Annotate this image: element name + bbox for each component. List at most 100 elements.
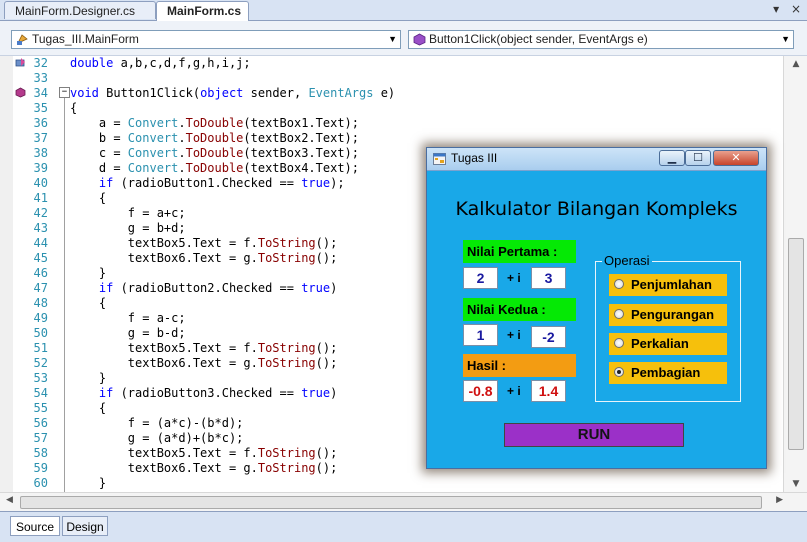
code-text: void Button1Click(object sender, EventAr… <box>70 86 396 100</box>
code-text: } <box>70 266 107 280</box>
vertical-scroll-thumb[interactable] <box>788 238 804 450</box>
line-number: 52 <box>33 356 48 370</box>
scroll-down-icon[interactable]: ▼ <box>784 476 807 492</box>
radio-circle-icon <box>614 338 624 348</box>
close-button[interactable]: ✕ <box>713 150 759 166</box>
form-heading: Kalkulator Bilangan Kompleks <box>455 198 738 220</box>
member-selector-combo[interactable]: Button1Click(object sender, EventArgs e)… <box>408 30 794 49</box>
class-icon <box>17 34 28 45</box>
code-text: a = Convert.ToDouble(textBox1.Text); <box>70 116 359 130</box>
line-number: 38 <box>33 146 48 160</box>
code-text: { <box>70 191 107 205</box>
result-imag-output[interactable]: 1.4 <box>531 380 566 402</box>
first-real-input[interactable]: 2 <box>463 267 498 289</box>
line-number: 43 <box>33 221 48 235</box>
window-title: Tugas III <box>451 151 498 165</box>
line-number: 46 <box>33 266 48 280</box>
code-text: textBox6.Text = g.ToString(); <box>70 251 338 265</box>
label-result: Hasil : <box>463 354 576 377</box>
line-number: 32 <box>33 56 48 70</box>
scroll-up-icon[interactable]: ▲ <box>784 56 807 72</box>
radio-label: Pengurangan <box>631 307 715 322</box>
line-number: 58 <box>33 446 48 460</box>
result-real-output[interactable]: -0.8 <box>463 380 498 402</box>
first-imag-input[interactable]: 3 <box>531 267 566 289</box>
code-line[interactable]: 34 void Button1Click(object sender, Event… <box>0 86 783 101</box>
code-text: g = b-d; <box>70 326 186 340</box>
line-number: 44 <box>33 236 48 250</box>
radio-penjumlahan[interactable]: Penjumlahan <box>609 274 727 296</box>
radio-pengurangan[interactable]: Pengurangan <box>609 304 727 326</box>
line-number: 42 <box>33 206 48 220</box>
horizontal-scroll-thumb[interactable] <box>20 496 762 509</box>
radio-perkalian[interactable]: Perkalian <box>609 333 727 355</box>
code-text: g = (a*d)+(b*c); <box>70 431 244 445</box>
code-text: textBox5.Text = f.ToString(); <box>70 341 338 355</box>
tab-list-dropdown-icon[interactable]: ▾ <box>773 2 779 16</box>
horizontal-scrollbar[interactable]: ◀ ▶ <box>0 492 807 511</box>
second-imag-input[interactable]: -2 <box>531 326 566 348</box>
chevron-down-icon[interactable]: ▼ <box>388 31 397 48</box>
navigation-bar: Tugas_III.MainForm ▼ Button1Click(object… <box>0 21 807 56</box>
code-text: d = Convert.ToDouble(textBox4.Text); <box>70 161 359 175</box>
code-text: { <box>70 296 107 310</box>
chevron-down-icon[interactable]: ▼ <box>781 31 790 48</box>
code-text: { <box>70 101 78 115</box>
line-number: 36 <box>33 116 48 130</box>
plus-i-label: + i <box>507 384 521 398</box>
radio-label: Pembagian <box>631 365 701 380</box>
radio-selected-icon <box>614 367 624 377</box>
second-real-input[interactable]: 1 <box>463 324 498 346</box>
member-selector-value: Button1Click(object sender, EventArgs e) <box>429 32 648 46</box>
scroll-left-icon[interactable]: ◀ <box>6 495 13 505</box>
form-app-icon <box>433 153 446 165</box>
run-button[interactable]: RUN <box>504 423 684 447</box>
maximize-button[interactable]: ☐ <box>685 150 711 166</box>
code-text: f = (a*c)-(b*d); <box>70 416 244 430</box>
line-number: 50 <box>33 326 48 340</box>
line-number: 57 <box>33 431 48 445</box>
plus-i-label: + i <box>507 271 521 285</box>
line-number: 41 <box>33 191 48 205</box>
code-line[interactable]: 33 <box>0 71 783 86</box>
code-line[interactable]: 60 } <box>0 476 783 491</box>
radio-circle-icon <box>614 279 624 289</box>
vertical-scrollbar[interactable]: ▲ ▼ <box>783 56 807 492</box>
minimize-button[interactable]: ▁ <box>659 150 685 166</box>
window-title-bar[interactable]: Tugas III ▁ ☐ ✕ <box>427 148 766 171</box>
radio-label: Perkalian <box>631 336 689 351</box>
method-icon <box>413 33 426 46</box>
line-number: 48 <box>33 296 48 310</box>
code-text: { <box>70 401 107 415</box>
code-text: c = Convert.ToDouble(textBox3.Text); <box>70 146 359 160</box>
code-text: if (radioButton3.Checked == true) <box>98 386 338 400</box>
line-number: 39 <box>33 161 48 175</box>
code-text: f = a-c; <box>70 311 186 325</box>
label-second-value: Nilai Kedua : <box>463 298 576 321</box>
tabstrip-controls: ▾ × <box>765 2 801 16</box>
tab-mainform[interactable]: MainForm.cs <box>156 1 249 21</box>
tab-design[interactable]: Design <box>62 516 108 536</box>
line-number: 60 <box>33 476 48 490</box>
tab-mainform-designer[interactable]: MainForm.Designer.cs <box>4 1 156 19</box>
code-text: textBox5.Text = f.ToString(); <box>70 236 338 250</box>
code-text: textBox6.Text = g.ToString(); <box>70 356 338 370</box>
class-selector-combo[interactable]: Tugas_III.MainForm ▼ <box>11 30 401 49</box>
line-number: 33 <box>33 71 48 85</box>
code-text: if (radioButton2.Checked == true) <box>98 281 338 295</box>
code-line[interactable]: 35 { <box>0 101 783 116</box>
code-line[interactable]: 37 b = Convert.ToDouble(textBox2.Text); <box>0 131 783 146</box>
code-line[interactable]: 36 a = Convert.ToDouble(textBox1.Text); <box>0 116 783 131</box>
document-tab-strip: MainForm.Designer.cs MainForm.cs ▾ × <box>0 0 807 21</box>
radio-pembagian[interactable]: Pembagian <box>609 362 727 384</box>
code-text: textBox5.Text = f.ToString(); <box>70 446 338 460</box>
line-number: 40 <box>33 176 48 190</box>
view-tabs: Source Design <box>0 511 807 542</box>
line-number: 55 <box>33 401 48 415</box>
scroll-right-icon[interactable]: ▶ <box>776 495 783 505</box>
line-number: 47 <box>33 281 48 295</box>
line-number: 45 <box>33 251 48 265</box>
close-document-icon[interactable]: × <box>791 2 801 16</box>
code-line[interactable]: 32 double a,b,c,d,f,g,h,i,j; <box>0 56 783 71</box>
tab-source[interactable]: Source <box>10 516 60 536</box>
